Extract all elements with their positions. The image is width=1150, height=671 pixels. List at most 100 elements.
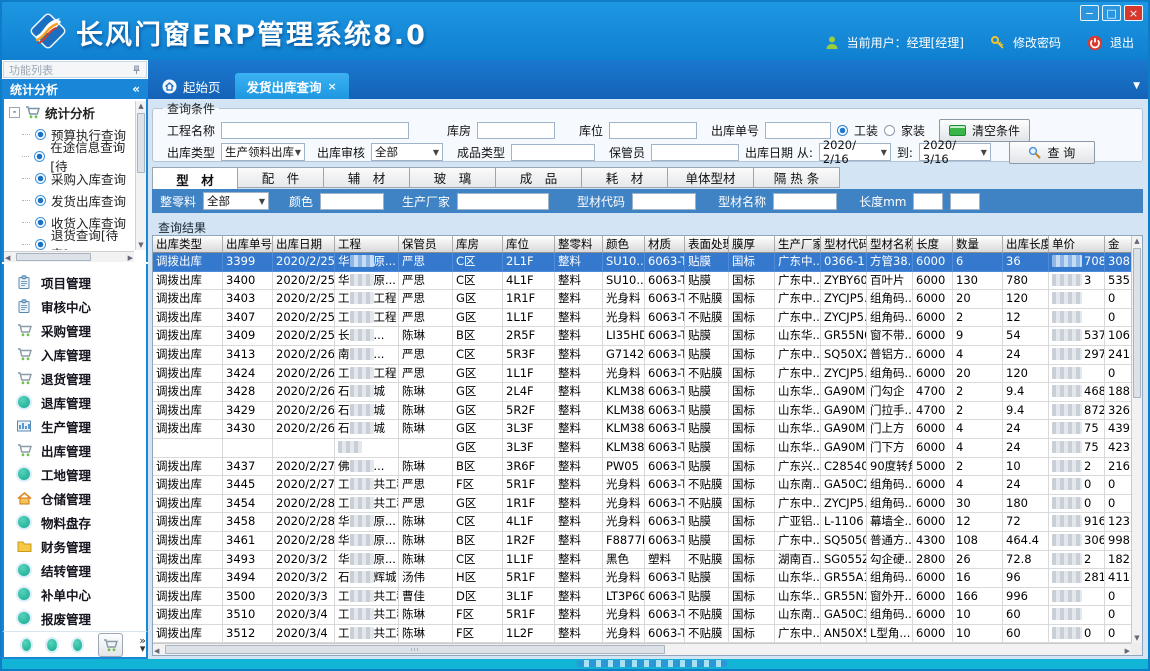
pin-icon[interactable] [132, 65, 141, 75]
tab-home[interactable]: 起始页 [150, 73, 233, 99]
sidebar-menu-item[interactable]: 项目管理 [4, 270, 146, 294]
table-row[interactable]: 调拨出库34582020/2/28华原...陈琳C区4L1F整料光身料6063-… [153, 513, 1131, 532]
table-row[interactable]: 调拨出库35002020/3/3工共工程曹佳D区3L1F整料LT3P606063… [153, 588, 1131, 607]
tab-list-arrow-icon[interactable]: ▼ [1133, 81, 1140, 91]
product-type-field[interactable] [511, 144, 595, 161]
sidebar-menu-item[interactable]: 审核中心 [4, 294, 146, 318]
date-from-select[interactable]: 2020/ 2/16▼ [819, 143, 891, 161]
material-tab[interactable]: 配 件 [238, 167, 324, 188]
audit-select[interactable]: 全部▼ [371, 143, 443, 161]
table-header-cell[interactable]: 长度 [913, 236, 953, 253]
table-header-cell[interactable]: 型材代码 [821, 236, 867, 253]
whole-part-select[interactable]: 全部▼ [203, 192, 269, 210]
sidebar-menu-item[interactable]: 采购管理 [4, 318, 146, 342]
scroll-down-icon[interactable]: ▼ [136, 240, 146, 250]
stats-section-header[interactable]: 统计分析 « [2, 79, 148, 99]
length-to-field[interactable] [950, 193, 980, 210]
scroll-down-icon[interactable]: ▼ [1132, 633, 1142, 643]
table-header-cell[interactable]: 单价 [1049, 236, 1105, 253]
sidebar-menu-item[interactable]: 补单中心 [4, 582, 146, 606]
table-header-cell[interactable]: 出库类型 [153, 236, 223, 253]
table-row[interactable]: 调拨出库34612020/2/28华原...陈琳B区1R2F整料F8877FT6… [153, 532, 1131, 551]
material-tab[interactable]: 辅 材 [324, 167, 410, 188]
sidebar-menu-item[interactable]: 物料盘存 [4, 510, 146, 534]
table-header-cell[interactable]: 保管员 [399, 236, 453, 253]
material-tab[interactable]: 型 材 [152, 167, 238, 190]
material-tab[interactable]: 单体型材 [668, 167, 754, 188]
table-header-cell[interactable]: 颜色 [603, 236, 645, 253]
change-password-button[interactable]: 修改密码 [1013, 34, 1061, 51]
warehouse-field[interactable] [477, 122, 555, 139]
table-row[interactable]: 调拨出库34072020/2/25工工程严思G区1L1F整料光身料6063-T5… [153, 309, 1131, 328]
sidebar-menu-item[interactable]: 退货管理 [4, 366, 146, 390]
scroll-up-icon[interactable]: ▲ [1132, 236, 1142, 246]
outbound-type-select[interactable]: 生产领料出库▼ [221, 143, 305, 161]
table-row[interactable]: 调拨出库35122020/3/4工共工程陈琳F区1L2F整料光身料6063-T5… [153, 625, 1131, 643]
table-header-cell[interactable]: 数量 [953, 236, 1003, 253]
table-row[interactable]: 调拨出库34932020/3/2华原...陈琳C区1L1F整料黑色塑料不贴膜国标… [153, 551, 1131, 570]
table-header-cell[interactable]: 出库长度 [1003, 236, 1049, 253]
color-field[interactable] [320, 193, 384, 210]
sidebar-menu-item[interactable]: 工地管理 [4, 462, 146, 486]
table-row[interactable]: 调拨出库34372020/2/27佛...陈琳B区3R6F整料PW056063-… [153, 458, 1131, 477]
table-header-cell[interactable]: 材质 [645, 236, 685, 253]
table-row[interactable]: 调拨出库33992020/2/25华原...严思C区2L1F整料SU10...6… [153, 253, 1131, 272]
table-header-cell[interactable]: 金 [1105, 236, 1131, 253]
date-to-select[interactable]: 2020/ 3/16▼ [919, 143, 991, 161]
table-vertical-scrollbar[interactable]: ▲ ▼ [1131, 236, 1142, 643]
profile-name-field[interactable] [773, 193, 837, 210]
tree-root-item[interactable]: - 统计分析 [8, 101, 134, 123]
sidebar-quick-icon[interactable] [22, 639, 31, 651]
tree-item[interactable]: 发货出库查询 [8, 189, 134, 211]
table-row[interactable]: 调拨出库34242020/2/26工工程严思G区1L1F整料光身料6063-T5… [153, 365, 1131, 384]
tab-close-icon[interactable]: × [328, 80, 337, 93]
sidebar-quick-icon[interactable] [47, 639, 56, 651]
table-row[interactable]: 调拨出库34452020/2/27工共工程严思F区5R1F整料光身料6063-T… [153, 476, 1131, 495]
close-button[interactable]: × [1124, 5, 1143, 21]
sidebar-quick-icon[interactable] [73, 639, 82, 651]
location-field[interactable] [609, 122, 697, 139]
sidebar-menu-item[interactable]: 入库管理 [4, 342, 146, 366]
table-row[interactable]: 调拨出库35102020/3/4工共工程陈琳F区5R1F整料光身料6063-T5… [153, 606, 1131, 625]
material-tab[interactable]: 耗 材 [582, 167, 668, 188]
sidebar-menu-item[interactable]: 生产管理 [4, 414, 146, 438]
tree-expander-icon[interactable]: - [9, 107, 20, 118]
material-tab[interactable]: 隔 热 条 [754, 167, 840, 188]
table-row[interactable]: 调拨出库34132020/2/26南...严思C区5R3F整料G71422606… [153, 346, 1131, 365]
scroll-left-icon[interactable]: ◀ [5, 253, 10, 262]
material-tab[interactable]: 成 品 [496, 167, 582, 188]
table-header-cell[interactable]: 出库日期 [273, 236, 335, 253]
length-from-field[interactable] [913, 193, 943, 210]
table-header-cell[interactable]: 库房 [453, 236, 503, 253]
tree-horizontal-scrollbar[interactable]: ◀ ▶ [4, 251, 134, 262]
radio-gongzhuang[interactable] [837, 125, 848, 136]
sidebar-cart-button[interactable] [98, 633, 123, 657]
maximize-button[interactable]: □ [1102, 5, 1121, 21]
table-header-cell[interactable]: 库位 [503, 236, 555, 253]
material-tab[interactable]: 玻 璃 [410, 167, 496, 188]
project-name-field[interactable] [221, 122, 409, 139]
table-header-cell[interactable]: 膜厚 [729, 236, 775, 253]
table-header-cell[interactable]: 表面处理 [685, 236, 729, 253]
table-row[interactable]: 调拨出库34282020/2/26石城陈琳G区2L4F整料KLM38176063… [153, 383, 1131, 402]
scroll-right-icon[interactable]: ▶ [1125, 646, 1130, 656]
sidebar-menu-item[interactable]: 退库管理 [4, 390, 146, 414]
table-row[interactable]: 调拨出库34032020/2/25工工程严思G区1R1F整料光身料6063-T5… [153, 290, 1131, 309]
table-row[interactable]: 调拨出库34292020/2/26石城陈琳G区5R2F整料KLM38176063… [153, 402, 1131, 421]
scroll-right-icon[interactable]: ▶ [128, 253, 133, 262]
sidebar-menu-item[interactable]: 结转管理 [4, 558, 146, 582]
collapse-icon[interactable]: « [132, 82, 140, 96]
sidebar-menu-item[interactable]: 出库管理 [4, 438, 146, 462]
minimize-button[interactable]: − [1080, 5, 1099, 21]
table-header-cell[interactable]: 生产厂家 [775, 236, 821, 253]
tree-vertical-scrollbar[interactable]: ▲ ▼ [135, 101, 146, 250]
search-button[interactable]: 查 询 [1009, 141, 1095, 164]
table-row[interactable]: 调拨出库34542020/2/28工共工程严思G区1R1F整料光身料6063-T… [153, 495, 1131, 514]
table-row[interactable]: G区3L3F整料KLM38176063-T5贴膜国标山东华...GA90M09.… [153, 439, 1131, 458]
sidebar-menu-item[interactable]: 报废管理 [4, 606, 146, 630]
scroll-up-icon[interactable]: ▲ [136, 101, 146, 111]
manufacturer-field[interactable] [457, 193, 549, 210]
table-row[interactable]: 调拨出库34942020/3/2石辉城汤伟H区5R1F整料光身料6063-T5贴… [153, 569, 1131, 588]
keeper-field[interactable] [651, 144, 739, 161]
radio-jiazhuang[interactable] [884, 125, 895, 136]
